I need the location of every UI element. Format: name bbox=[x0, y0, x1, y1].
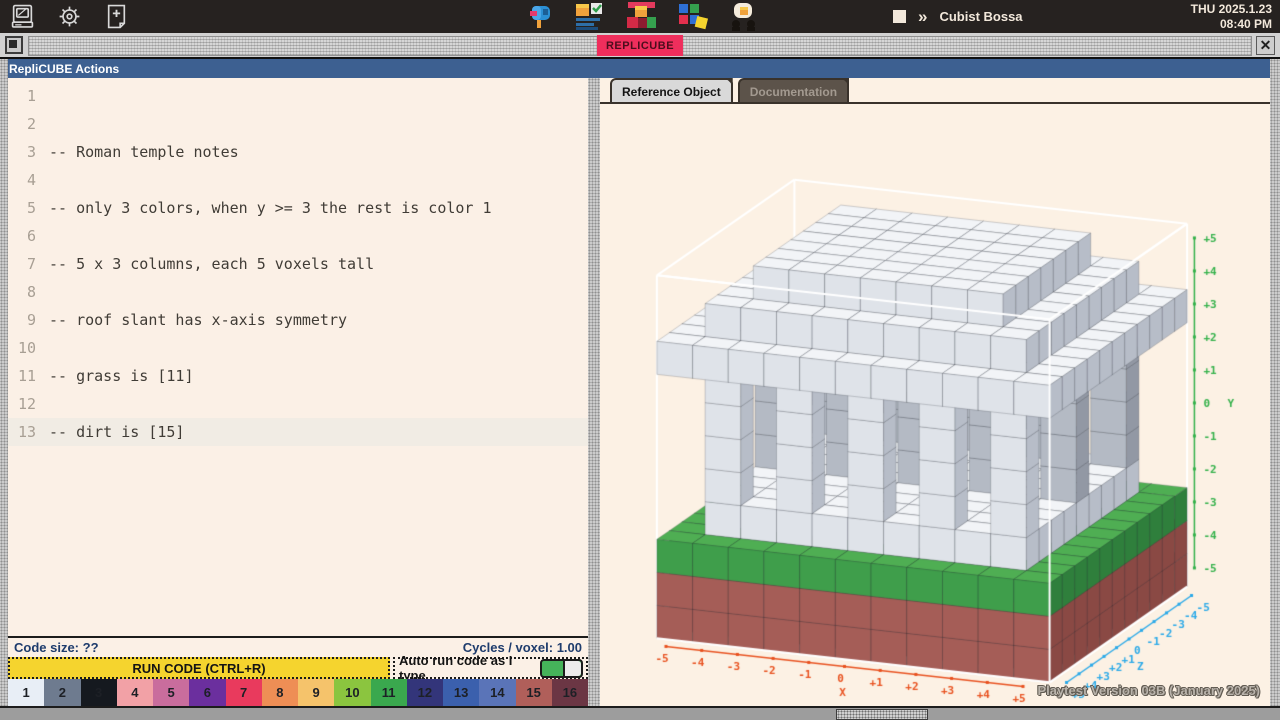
palette-swatch[interactable]: 13 bbox=[443, 679, 480, 706]
chat-cube-icon[interactable] bbox=[729, 2, 759, 31]
line-text[interactable]: -- grass is [11] bbox=[49, 362, 194, 390]
clock-time: 08:40 PM bbox=[1219, 17, 1272, 31]
scrollbar-thumb[interactable] bbox=[836, 709, 928, 720]
pane-divider[interactable] bbox=[588, 78, 600, 706]
line-number: 8 bbox=[26, 283, 36, 301]
taskbar: » Cubist Bossa THU 2025.1.23 08:40 PM bbox=[0, 0, 1280, 33]
code-line[interactable]: 12 bbox=[8, 390, 588, 418]
palette-swatch[interactable]: 5 bbox=[153, 679, 190, 706]
line-number: 7 bbox=[26, 255, 36, 273]
tab-notch bbox=[725, 78, 733, 85]
line-number: 2 bbox=[26, 115, 36, 133]
palette-swatch[interactable]: 2 bbox=[44, 679, 81, 706]
palette-swatch[interactable]: 11 bbox=[370, 679, 407, 706]
reference-tabbar: Reference Object Documentation bbox=[600, 78, 1270, 104]
code-line[interactable]: 10 bbox=[8, 334, 588, 362]
version-text: Playtest Version 03B (January 2025) bbox=[1037, 683, 1260, 698]
code-line[interactable]: 1 bbox=[8, 82, 588, 110]
line-number: 5 bbox=[26, 199, 36, 217]
palette-swatch[interactable]: 4 bbox=[116, 679, 153, 706]
code-line[interactable]: 8 bbox=[8, 278, 588, 306]
taskbar-app-icons bbox=[528, 2, 759, 31]
autorun-toggle[interactable] bbox=[539, 658, 583, 678]
code-editor[interactable]: 1 2 3 -- Roman temple notes 4 5 -- only 3 colo… bbox=[8, 78, 588, 636]
computer-icon[interactable] bbox=[10, 4, 35, 29]
voxel-viewport[interactable]: Playtest Version 03B (January 2025) bbox=[600, 104, 1270, 706]
line-number: 3 bbox=[26, 143, 36, 161]
line-text[interactable]: -- Roman temple notes bbox=[49, 138, 239, 166]
palette-swatch[interactable]: 14 bbox=[479, 679, 516, 706]
window-tab-replicube[interactable]: REPLICUBE bbox=[596, 35, 684, 56]
reference-pane: Reference Object Documentation Playtest V… bbox=[600, 78, 1270, 706]
palette-swatch[interactable]: 16 bbox=[551, 679, 588, 706]
code-line[interactable]: 5 -- only 3 colors, when y >= 3 the rest … bbox=[8, 194, 588, 222]
line-text[interactable]: -- only 3 colors, when y >= 3 the rest i… bbox=[49, 194, 492, 222]
line-number: 13 bbox=[17, 423, 36, 441]
toggle-knob bbox=[563, 660, 581, 676]
new-file-icon[interactable] bbox=[104, 4, 129, 29]
clock-date: THU 2025.1.23 bbox=[1190, 2, 1272, 16]
palette-swatch[interactable]: 9 bbox=[298, 679, 335, 706]
bottom-scrollbar[interactable] bbox=[0, 706, 1280, 720]
mailbox-icon[interactable] bbox=[528, 2, 555, 31]
window-titlebar[interactable]: REPLICUBE ✕ bbox=[0, 33, 1280, 59]
code-line[interactable]: 4 bbox=[8, 166, 588, 194]
code-line[interactable]: 3 -- Roman temple notes bbox=[8, 138, 588, 166]
clock: THU 2025.1.23 08:40 PM bbox=[1191, 2, 1272, 32]
window-edge-right bbox=[1270, 59, 1280, 706]
palette-swatch[interactable]: 3 bbox=[80, 679, 117, 706]
music-stop-icon[interactable] bbox=[893, 10, 906, 23]
palette-swatch[interactable]: 7 bbox=[225, 679, 262, 706]
color-grid-icon[interactable] bbox=[678, 2, 709, 31]
code-line[interactable]: 7 -- 5 x 3 columns, each 5 voxels tall bbox=[8, 250, 588, 278]
palette-swatch[interactable]: 10 bbox=[334, 679, 371, 706]
code-line[interactable]: 6 bbox=[8, 222, 588, 250]
window-menu-widget[interactable] bbox=[5, 36, 23, 54]
line-number: 11 bbox=[17, 367, 36, 385]
tab-reference-object[interactable]: Reference Object bbox=[610, 78, 733, 102]
palette-swatch[interactable]: 6 bbox=[189, 679, 226, 706]
line-number: 10 bbox=[17, 339, 36, 357]
window-edge-left bbox=[0, 59, 8, 706]
code-size-label: Code size: ?? bbox=[14, 640, 99, 655]
music-track-title: Cubist Bossa bbox=[939, 9, 1023, 24]
palette-swatch[interactable]: 1 bbox=[8, 679, 45, 706]
autorun-box: Auto run code as I type bbox=[393, 653, 588, 683]
replicube-screen: » Cubist Bossa THU 2025.1.23 08:40 PM RE… bbox=[0, 0, 1280, 720]
line-number: 6 bbox=[26, 227, 36, 245]
gear-icon[interactable] bbox=[57, 4, 82, 29]
code-line[interactable]: 2 bbox=[8, 110, 588, 138]
color-palette: 1 2 3 4 5 6 7 8 9 10 11 12 13 14 15 16 bbox=[8, 679, 588, 706]
run-code-button[interactable]: RUN CODE (CTRL+R) bbox=[8, 657, 390, 679]
palette-swatch[interactable]: 15 bbox=[515, 679, 552, 706]
code-editor-pane: 1 2 3 -- Roman temple notes 4 5 -- only 3 colo… bbox=[8, 78, 588, 706]
voxel-canvas[interactable] bbox=[601, 105, 1269, 705]
close-icon[interactable]: ✕ bbox=[1256, 36, 1275, 55]
music-skip-icon[interactable]: » bbox=[918, 8, 927, 25]
cubes-stack-icon[interactable] bbox=[625, 2, 658, 31]
line-text[interactable]: -- 5 x 3 columns, each 5 voxels tall bbox=[49, 250, 374, 278]
palette-swatch[interactable]: 12 bbox=[406, 679, 443, 706]
music-widget: » Cubist Bossa bbox=[893, 0, 1023, 33]
line-number: 4 bbox=[26, 171, 36, 189]
line-number: 1 bbox=[26, 87, 36, 105]
run-controls: RUN CODE (CTRL+R) Auto run code as I typ… bbox=[8, 653, 588, 683]
code-line[interactable]: 11 -- grass is [11] bbox=[8, 362, 588, 390]
code-line[interactable]: 13 -- dirt is [15] bbox=[8, 418, 588, 446]
line-number: 12 bbox=[17, 395, 36, 413]
line-text[interactable]: -- dirt is [15] bbox=[49, 418, 184, 446]
code-line[interactable]: 9 -- roof slant has x-axis symmetry bbox=[8, 306, 588, 334]
tab-documentation[interactable]: Documentation bbox=[737, 78, 850, 102]
palette-swatch[interactable]: 8 bbox=[261, 679, 298, 706]
checklist-cube-icon[interactable] bbox=[575, 2, 605, 31]
panel-header: RepliCUBE Actions bbox=[2, 59, 1278, 78]
tab-notch bbox=[842, 78, 850, 85]
line-text[interactable]: -- roof slant has x-axis symmetry bbox=[49, 306, 347, 334]
taskbar-system-icons bbox=[10, 4, 129, 29]
line-number: 9 bbox=[26, 311, 36, 329]
